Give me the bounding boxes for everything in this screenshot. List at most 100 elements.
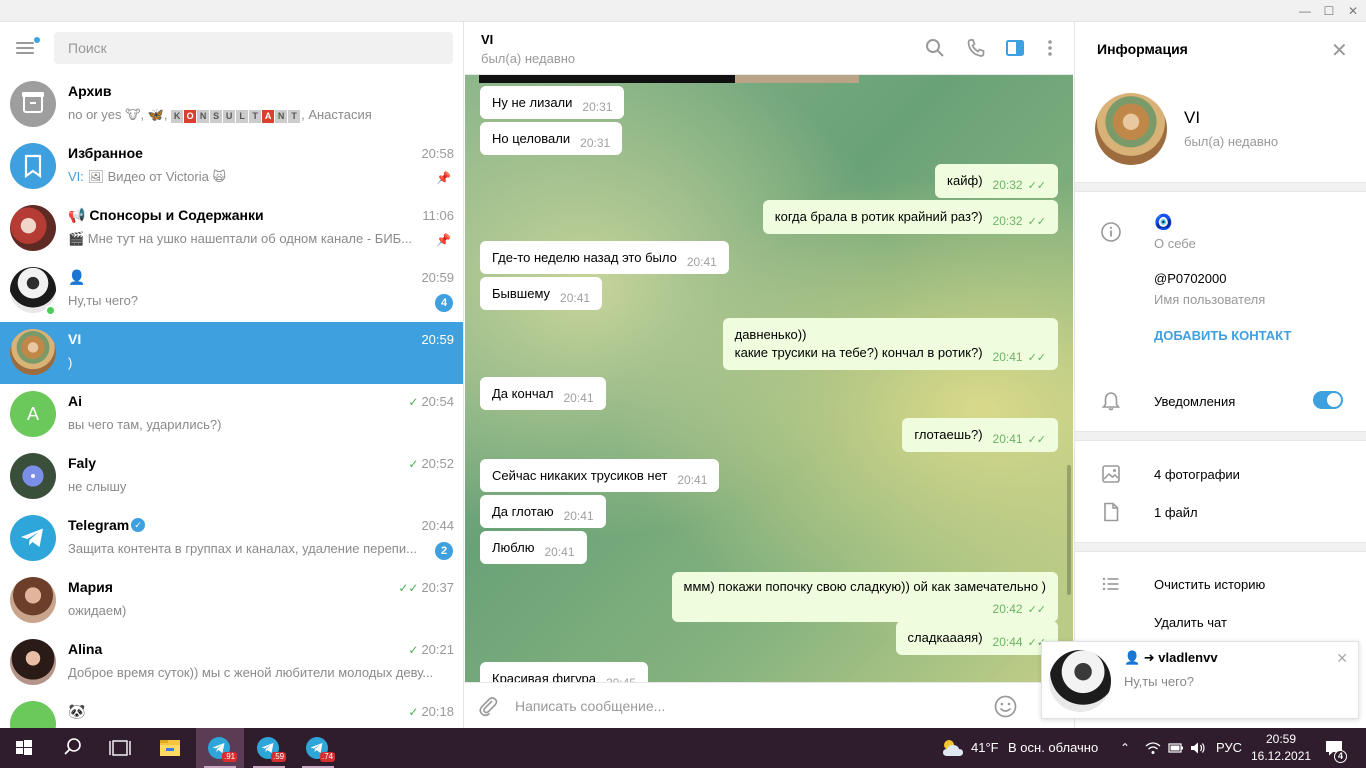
chat-avatar bbox=[10, 639, 56, 685]
chat-name: Ai bbox=[68, 393, 82, 409]
double-check-icon: ✓✓ bbox=[1027, 434, 1046, 446]
language-indicator[interactable]: РУС bbox=[1216, 728, 1242, 768]
battery-icon[interactable] bbox=[1168, 742, 1184, 754]
message-text: Люблю bbox=[492, 540, 535, 555]
telegram-taskbar-button-3[interactable]: .74 bbox=[294, 728, 342, 768]
chat-list-item[interactable]: 📢 Спонсоры и Содержанки 11:06 🎬 Мне тут на… bbox=[0, 198, 463, 260]
info-panel: Информация ✕ VI был(а) недавно 🧿 О себе … bbox=[1074, 22, 1366, 728]
message-area[interactable]: Ну не лизали 20:31 Но целовали 20:31 кайф) 20… bbox=[465, 75, 1073, 682]
message-text: давненько)) bbox=[734, 327, 807, 342]
outgoing-message[interactable]: сладкаааяя) 20:44 ✓✓ bbox=[895, 621, 1058, 655]
message-time: 20:31 bbox=[582, 100, 613, 114]
about-label: О себе bbox=[1154, 236, 1196, 251]
message-time: 20:41 bbox=[677, 473, 708, 487]
outgoing-message[interactable]: ммм) покажи попочку свою сладкую)) ой ка… bbox=[671, 572, 1058, 622]
outgoing-message[interactable]: кайф) 20:32 ✓✓ bbox=[935, 164, 1058, 198]
attach-icon[interactable] bbox=[477, 695, 499, 717]
read-check-icon: ✓ bbox=[408, 395, 419, 409]
chat-list-item[interactable]: Мария ✓✓ 20:37 ожидаем) bbox=[0, 570, 463, 632]
incoming-message[interactable]: Ну не лизали 20:31 bbox=[480, 86, 625, 119]
chevron-up-icon[interactable]: ⌃ bbox=[1120, 728, 1130, 768]
conversation-panel: VI был(а) недавно Ну не лизали 20:31 Но це… bbox=[465, 22, 1073, 728]
more-icon[interactable] bbox=[1040, 38, 1060, 58]
double-check-icon: ✓✓ bbox=[1027, 180, 1046, 192]
outgoing-message[interactable]: когда брала в ротик крайний раз?) 20:32 ✓✓ bbox=[762, 200, 1058, 234]
incoming-message[interactable]: Красивая фигура 20:45 bbox=[480, 662, 648, 682]
chat-time: ✓ 20:18 bbox=[408, 704, 454, 719]
sidebar-toggle-icon[interactable] bbox=[1005, 38, 1025, 58]
emoji-icon[interactable] bbox=[994, 695, 1017, 718]
incoming-message[interactable]: Бывшему 20:41 bbox=[480, 277, 603, 310]
chat-avatar bbox=[10, 515, 56, 561]
username-value[interactable]: @P0702000 bbox=[1154, 271, 1226, 286]
telegram-taskbar-button-2[interactable]: .59 bbox=[245, 728, 293, 768]
composer bbox=[465, 682, 1073, 728]
windows-start-icon[interactable] bbox=[0, 728, 48, 768]
notifications-toggle[interactable] bbox=[1313, 391, 1343, 409]
window-titlebar: — ☐ ✕ bbox=[0, 0, 1366, 22]
incoming-message[interactable]: Да глотаю 20:41 bbox=[480, 495, 606, 528]
taskbar: .91 .59 .74 41°F В осн. облачно ⌃ РУС 20… bbox=[0, 728, 1366, 768]
close-icon[interactable]: ✕ bbox=[1331, 38, 1348, 63]
message-input[interactable] bbox=[515, 695, 985, 717]
weather-temp[interactable]: 41°F bbox=[971, 728, 999, 768]
delete-chat-button[interactable]: Удалить чат bbox=[1154, 615, 1227, 630]
incoming-message[interactable]: Где-то неделю назад это было 20:41 bbox=[480, 241, 729, 274]
profile-avatar[interactable] bbox=[1095, 93, 1167, 165]
incoming-message[interactable]: Но целовали 20:31 bbox=[480, 122, 623, 155]
incoming-message[interactable]: Люблю 20:41 bbox=[480, 531, 587, 564]
toast-close-icon[interactable]: ✕ bbox=[1336, 650, 1348, 667]
search-taskbar-icon[interactable] bbox=[48, 728, 96, 768]
chat-list-item[interactable]: VI 20:59) bbox=[0, 322, 463, 384]
chat-list-item[interactable]: Faly ✓ 20:52 не слышу bbox=[0, 446, 463, 508]
volume-icon[interactable] bbox=[1190, 741, 1206, 755]
outgoing-message[interactable]: давненько)) какие трусики на тебе?) конча… bbox=[722, 318, 1058, 370]
incoming-message[interactable]: Сейчас никаких трусиков нет 20:41 bbox=[480, 459, 720, 492]
photos-count[interactable]: 4 фотографии bbox=[1154, 467, 1240, 482]
phone-icon[interactable] bbox=[966, 38, 986, 58]
chat-list-item[interactable]: Telegram ✓ 20:44 Защита контента в группах … bbox=[0, 508, 463, 570]
clear-history-button[interactable]: Очистить историю bbox=[1154, 577, 1265, 592]
task-view-icon[interactable] bbox=[96, 728, 144, 768]
chat-list-item[interactable]: Alina ✓ 20:21 Доброе время суток)) мы с жен… bbox=[0, 632, 463, 694]
toast-notification[interactable]: 👤 ➜ vladlenvv Ну,ты чего? ✕ bbox=[1041, 641, 1359, 719]
message-scrollbar[interactable] bbox=[1067, 465, 1071, 595]
double-check-icon: ✓✓ bbox=[1027, 352, 1046, 364]
files-count[interactable]: 1 файл bbox=[1154, 505, 1198, 520]
outgoing-message[interactable]: глотаешь?) 20:41 ✓✓ bbox=[902, 418, 1058, 452]
search-icon[interactable] bbox=[925, 38, 945, 58]
network-icon[interactable] bbox=[1145, 741, 1161, 755]
message-time: 20:41 bbox=[563, 391, 594, 405]
menu-icon[interactable] bbox=[16, 37, 40, 56]
message-text: Но целовали bbox=[492, 131, 571, 146]
chat-header[interactable]: VI был(а) недавно bbox=[465, 22, 1073, 75]
chat-list-item[interactable]: Архив no or yes 🐮, 🦋, KONSULTANT, Анастас… bbox=[0, 74, 463, 136]
clock-date[interactable]: 16.12.2021 bbox=[1251, 736, 1311, 768]
chat-time: 20:44 bbox=[421, 518, 454, 533]
file-explorer-icon[interactable] bbox=[146, 728, 194, 768]
incoming-message[interactable]: Да кончал 20:41 bbox=[480, 377, 606, 410]
weather-cloud-icon[interactable] bbox=[940, 737, 966, 759]
close-window-icon[interactable]: ✕ bbox=[1345, 3, 1361, 19]
chat-list-item[interactable]: 👤 20:59 Ну,ты чего? 4 bbox=[0, 260, 463, 322]
search-input[interactable] bbox=[54, 32, 453, 64]
media-message-bottom[interactable] bbox=[479, 75, 859, 83]
taskbar-badge-1: .91 bbox=[222, 752, 238, 762]
telegram-taskbar-button-1[interactable]: .91 bbox=[196, 728, 244, 768]
message-text: кайф) bbox=[947, 173, 983, 188]
chat-preview: Ну,ты чего? bbox=[68, 293, 139, 308]
chat-name: Мария bbox=[68, 579, 113, 595]
maximize-icon[interactable]: ☐ bbox=[1321, 3, 1337, 19]
action-center-count: 4 bbox=[1334, 750, 1347, 763]
chat-avatar: A bbox=[10, 391, 56, 437]
toast-text: Ну,ты чего? bbox=[1124, 674, 1195, 689]
pin-icon: 📌 bbox=[436, 171, 451, 185]
chat-time: 20:58 bbox=[421, 146, 454, 161]
chat-list-item[interactable]: A Ai ✓ 20:54 вы чего там, ударились?) bbox=[0, 384, 463, 446]
chat-list-item[interactable]: Избранное 20:58 VI: 🖼 Видео от Victoria 🙀 📌 bbox=[0, 136, 463, 198]
minimize-icon[interactable]: — bbox=[1297, 3, 1313, 19]
chat-list-item[interactable]: 🐼 ✓ 20:18 bbox=[0, 694, 463, 728]
message-time: 20:41 bbox=[686, 255, 717, 269]
add-contact-button[interactable]: ДОБАВИТЬ КОНТАКТ bbox=[1154, 328, 1291, 343]
weather-text[interactable]: В осн. облачно bbox=[1008, 728, 1098, 768]
